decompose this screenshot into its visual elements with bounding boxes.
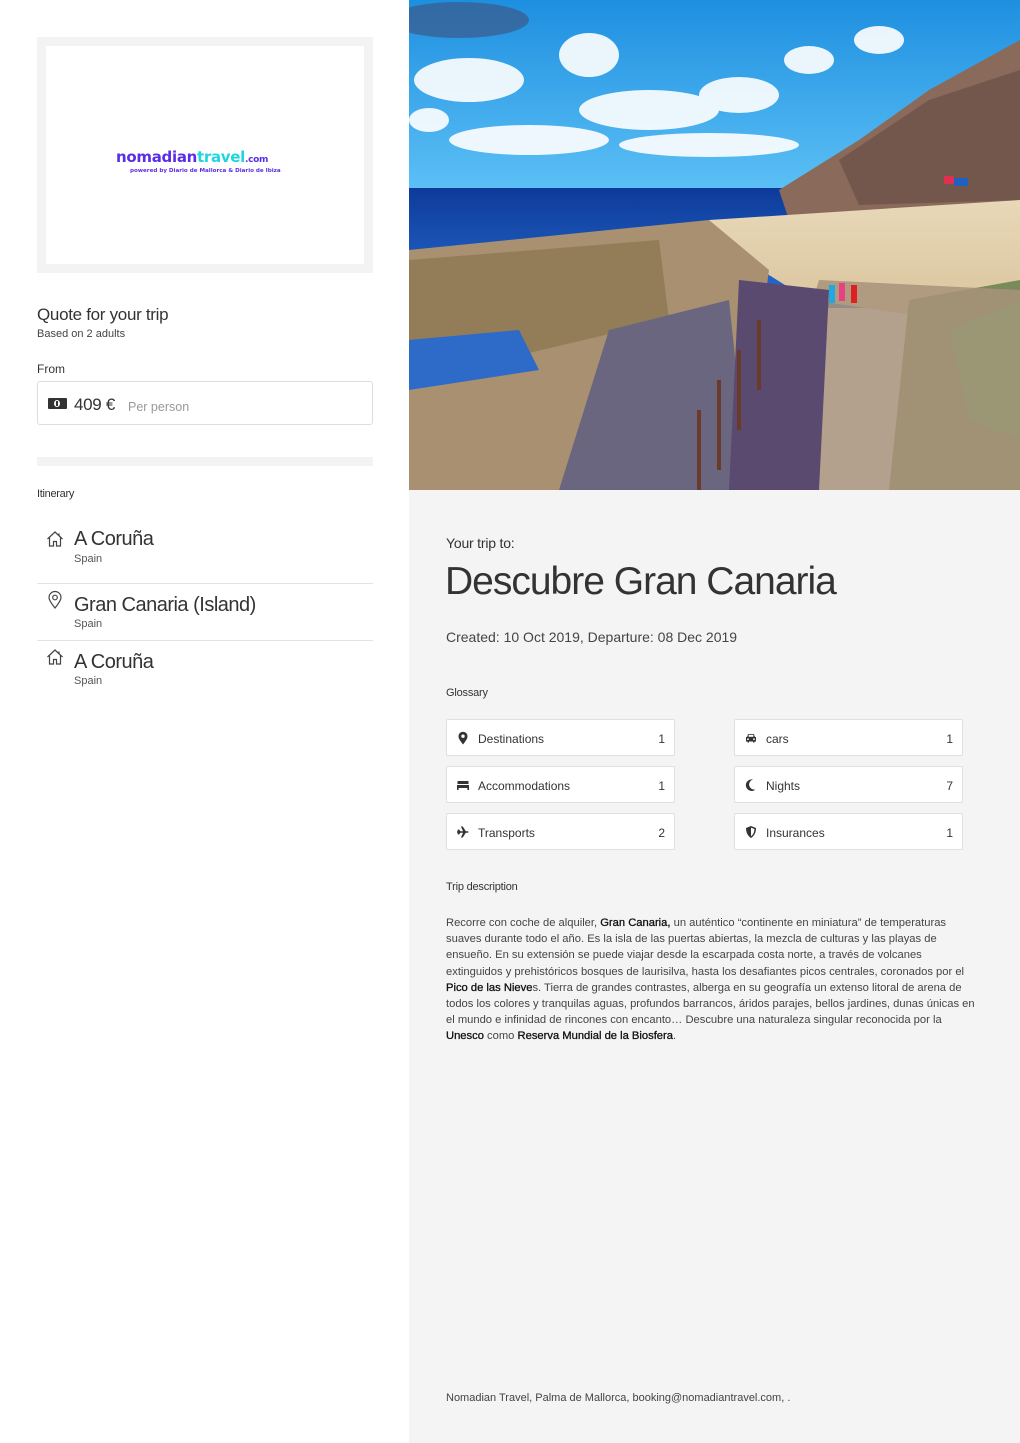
logo-part-nomadian: nomadian xyxy=(116,148,198,166)
trip-title: Descubre Gran Canaria xyxy=(445,560,837,603)
money-bill-icon xyxy=(48,398,67,409)
description-highlight: Unesco xyxy=(446,1030,484,1043)
logo-frame: nomadiantravel.com powered by Diario de … xyxy=(37,37,373,273)
glossary-card-accommodations: Accommodations 1 xyxy=(446,766,675,803)
itinerary-item-name: A Coruña xyxy=(74,651,154,673)
glossary-card-count: 1 xyxy=(946,732,953,746)
from-label: From xyxy=(37,362,65,376)
description-highlight: Pico de las Nieve xyxy=(446,981,533,994)
trip-description: Recorre con coche de alquiler, Gran Cana… xyxy=(446,915,981,1045)
section-divider xyxy=(37,457,373,466)
footer-contact: Nomadian Travel, Palma de Mallorca, book… xyxy=(446,1392,791,1404)
left-column: nomadiantravel.com powered by Diario de … xyxy=(0,0,409,1443)
bed-icon xyxy=(457,781,469,790)
plane-icon xyxy=(457,826,469,838)
trip-to-label: Your trip to: xyxy=(446,535,515,551)
glossary-card-insurances: Insurances 1 xyxy=(734,813,963,850)
itinerary-item-country: Spain xyxy=(74,618,103,630)
glossary-card-count: 1 xyxy=(946,826,953,840)
glossary-card-transports: Transports 2 xyxy=(446,813,675,850)
glossary-card-label: Transports xyxy=(478,826,535,840)
glossary-card-label: Nights xyxy=(766,779,801,793)
itinerary-item-country: Spain xyxy=(74,553,103,565)
price-unit: Per person xyxy=(128,400,190,414)
description-text: Recorre con coche de alquiler, xyxy=(446,917,601,929)
moon-icon xyxy=(745,779,756,791)
company-logo: nomadiantravel.com powered by Diario de … xyxy=(116,149,306,175)
map-pin-icon xyxy=(48,590,62,609)
itinerary-item-name: Gran Canaria (Island) xyxy=(74,594,256,616)
hero-photo-illustration xyxy=(409,0,1020,490)
glossary-card-count: 1 xyxy=(658,779,665,793)
logo-part-com: .com xyxy=(245,155,269,165)
itinerary-item: A Coruña Spain xyxy=(37,641,373,698)
glossary-card-count: 7 xyxy=(946,779,953,793)
description-text: como xyxy=(483,1030,518,1043)
trip-description-label: Trip description xyxy=(446,881,518,893)
glossary-card-label: Accommodations xyxy=(478,779,571,793)
logo-container: nomadiantravel.com powered by Diario de … xyxy=(46,46,364,264)
map-marker-icon xyxy=(458,731,468,745)
glossary-label: Glossary xyxy=(446,687,488,699)
glossary-card-count: 2 xyxy=(658,826,665,840)
glossary-card-label: cars xyxy=(766,732,789,746)
trip-dates: Created: 10 Oct 2019, Departure: 08 Dec … xyxy=(446,629,738,645)
logo-wordmark: nomadiantravel.com xyxy=(116,149,306,168)
logo-tagline: powered by Diario de Mallorca & Diario d… xyxy=(130,168,281,174)
itinerary-item: A Coruña Spain xyxy=(37,527,373,584)
description-highlight: Gran Canaria, xyxy=(600,917,671,929)
glossary-card-label: Destinations xyxy=(478,732,545,746)
right-column: Your trip to: Descubre Gran Canaria Crea… xyxy=(409,0,1020,1443)
car-icon xyxy=(746,734,756,743)
glossary-card-cars: cars 1 xyxy=(734,719,963,756)
description-highlight: Reserva Mundial de la Biosfera xyxy=(517,1030,673,1043)
itinerary-item: Gran Canaria (Island) Spain xyxy=(37,584,373,641)
quote-title: Quote for your trip xyxy=(37,305,169,324)
glossary-card-nights: Nights 7 xyxy=(734,766,963,803)
description-text: . xyxy=(672,1030,677,1043)
home-icon xyxy=(47,531,63,547)
price-value: 409 € xyxy=(74,395,116,414)
home-icon xyxy=(47,649,63,665)
glossary-card-count: 1 xyxy=(658,732,665,746)
itinerary-item-country: Spain xyxy=(74,675,103,687)
shield-icon xyxy=(746,826,756,838)
glossary-card-label: Insurances xyxy=(766,826,825,840)
logo-part-travel: travel xyxy=(197,148,245,166)
itinerary-item-name: A Coruña xyxy=(74,528,154,550)
itinerary-list: A Coruña Spain Gran Canaria (Island) Spa… xyxy=(37,527,373,698)
price-box: 409 € Per person xyxy=(37,381,373,425)
glossary-card-destinations: Destinations 1 xyxy=(446,719,675,756)
hero-image xyxy=(409,0,1020,490)
quote-subtitle: Based on 2 adults xyxy=(37,328,126,340)
itinerary-label: Itinerary xyxy=(37,488,75,500)
